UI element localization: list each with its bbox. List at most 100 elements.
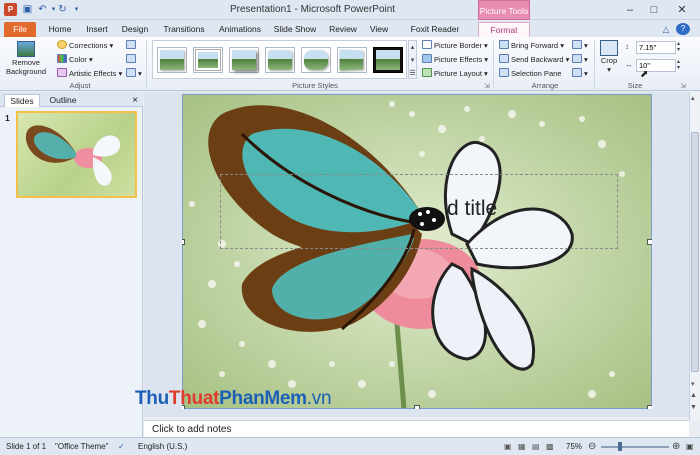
width-spinner-icon[interactable]: ▴ ▾: [677, 59, 680, 71]
slide-show-view-icon[interactable]: ▩: [546, 438, 554, 455]
slide-editor: d title: [144, 92, 689, 417]
align-icon[interactable]: ▾: [572, 40, 588, 51]
style-thumbnail[interactable]: [265, 47, 295, 73]
tab-home[interactable]: Home: [46, 22, 74, 37]
gallery-scroll-icon[interactable]: ▴ ▾ ☰: [408, 40, 417, 79]
close-pane-icon[interactable]: ×: [129, 94, 141, 107]
powerpoint-app-icon[interactable]: P: [4, 3, 17, 16]
help-icon[interactable]: ?: [676, 23, 690, 35]
resize-handle[interactable]: [647, 239, 652, 245]
close-window-icon[interactable]: ✕: [674, 3, 690, 17]
remove-background-icon: [17, 41, 35, 57]
title-placeholder-text[interactable]: d title: [447, 197, 497, 221]
send-backward-icon: [499, 54, 509, 63]
picture-effects-icon: [422, 54, 432, 63]
picture-border-button[interactable]: Picture Border ▾: [422, 40, 488, 51]
maximize-icon[interactable]: □: [646, 3, 662, 17]
tab-animations[interactable]: Animations: [216, 22, 264, 37]
pane-tabs: Slides Outline ×: [0, 92, 143, 107]
corrections-button[interactable]: Corrections ▾: [57, 40, 113, 51]
style-thumbnail[interactable]: [337, 47, 367, 73]
watermark-part1: Thu: [135, 388, 169, 409]
slide-canvas[interactable]: d title: [182, 94, 652, 409]
bring-forward-button[interactable]: Bring Forward ▾: [499, 40, 564, 51]
butterfly-picture[interactable]: [182, 94, 652, 409]
fit-to-window-icon[interactable]: ▣: [686, 438, 694, 455]
scroll-up-icon[interactable]: ▴: [691, 94, 695, 102]
zoom-level[interactable]: 75%: [566, 438, 582, 455]
rotate-icon[interactable]: ▾: [572, 68, 588, 79]
size-dialog-launcher-icon[interactable]: ⇲: [680, 82, 686, 90]
minimize-ribbon-icon[interactable]: △: [660, 22, 672, 37]
previous-slide-icon[interactable]: ▲: [690, 392, 697, 399]
style-thumbnail-selected[interactable]: [373, 47, 403, 73]
redo-icon[interactable]: ↻: [56, 3, 69, 16]
zoom-slider-track[interactable]: [601, 446, 669, 448]
customize-qat-icon[interactable]: ▾: [70, 3, 83, 16]
tab-transitions[interactable]: Transitions: [160, 22, 208, 37]
normal-view-icon[interactable]: ▣: [504, 438, 512, 455]
next-slide-icon[interactable]: ▼: [690, 404, 697, 411]
crop-icon: [600, 40, 618, 56]
language-indicator[interactable]: English (U.S.): [138, 438, 187, 455]
style-thumbnail[interactable]: [301, 47, 331, 73]
zoom-out-icon[interactable]: ⊖: [588, 438, 596, 455]
tab-slide-show[interactable]: Slide Show: [272, 22, 318, 37]
picture-layout-label: Picture Layout: [434, 69, 482, 78]
tab-design[interactable]: Design: [119, 22, 151, 37]
reset-picture-icon[interactable]: ▾: [126, 68, 142, 79]
slide-sorter-icon[interactable]: ▦: [518, 438, 526, 455]
tab-outline[interactable]: Outline: [44, 94, 82, 107]
tab-insert[interactable]: Insert: [82, 22, 112, 37]
remove-background-button[interactable]: Remove Background: [6, 41, 46, 79]
group-separator: [146, 40, 147, 89]
scroll-down-icon[interactable]: ▾: [691, 380, 695, 388]
crop-button[interactable]: Crop ▾: [598, 40, 620, 79]
tab-review[interactable]: Review: [328, 22, 358, 37]
picture-border-label: Picture Border: [434, 41, 482, 50]
picture-styles-dialog-launcher-icon[interactable]: ⇲: [484, 82, 490, 90]
picture-effects-button[interactable]: Picture Effects ▾: [422, 54, 488, 65]
reading-view-icon[interactable]: ▤: [532, 438, 540, 455]
resize-handle[interactable]: [182, 239, 185, 245]
compress-pictures-icon[interactable]: [126, 40, 138, 51]
change-picture-icon[interactable]: [126, 54, 138, 65]
tab-file[interactable]: File: [4, 22, 36, 37]
style-thumbnail[interactable]: [157, 47, 187, 73]
slide-thumbnail[interactable]: [16, 111, 137, 198]
resize-handle[interactable]: [647, 405, 652, 409]
picture-border-icon: [422, 40, 432, 49]
tab-foxit-reader-pdf[interactable]: Foxit Reader PDF: [402, 22, 468, 49]
picture-styles-gallery[interactable]: [152, 40, 407, 79]
tab-format[interactable]: Format: [478, 22, 530, 37]
notes-pane[interactable]: Click to add notes: [144, 420, 689, 437]
send-backward-button[interactable]: Send Backward ▾: [499, 54, 569, 65]
tab-slides[interactable]: Slides: [4, 94, 40, 107]
shape-height-input[interactable]: [636, 41, 676, 54]
artistic-effects-button[interactable]: Artistic Effects ▾: [57, 68, 122, 79]
save-icon[interactable]: ▣: [21, 3, 34, 16]
color-button[interactable]: Color ▾: [57, 54, 93, 65]
group-icon[interactable]: ▾: [572, 54, 588, 65]
resize-handle[interactable]: [414, 405, 420, 409]
picture-styles-group-label: Picture Styles: [292, 81, 338, 90]
zoom-slider-thumb[interactable]: [618, 442, 622, 451]
style-thumbnail[interactable]: [193, 47, 223, 73]
minimize-icon[interactable]: –: [622, 3, 638, 17]
corrections-icon: [57, 40, 67, 49]
style-thumbnail[interactable]: [229, 47, 259, 73]
send-backward-label: Send Backward: [511, 55, 564, 64]
title-placeholder-box[interactable]: [220, 174, 618, 249]
height-spinner-icon[interactable]: ▴ ▾: [677, 41, 680, 53]
picture-layout-button[interactable]: Picture Layout ▾: [422, 68, 488, 79]
spell-check-icon[interactable]: ✓: [118, 438, 125, 455]
watermark-part3: PhanMem: [219, 388, 307, 409]
color-label: Color: [69, 55, 87, 64]
scroll-thumb[interactable]: [691, 132, 699, 372]
zoom-in-icon[interactable]: ⊕: [672, 438, 680, 455]
vertical-scrollbar[interactable]: ▴ ▾ ▲ ▼: [689, 92, 700, 420]
tab-view[interactable]: View: [366, 22, 392, 37]
selection-pane-button[interactable]: Selection Pane: [499, 68, 561, 79]
notes-placeholder[interactable]: Click to add notes: [152, 424, 232, 435]
ribbon-tabs: File Home Insert Design Transitions Anim…: [0, 20, 700, 49]
